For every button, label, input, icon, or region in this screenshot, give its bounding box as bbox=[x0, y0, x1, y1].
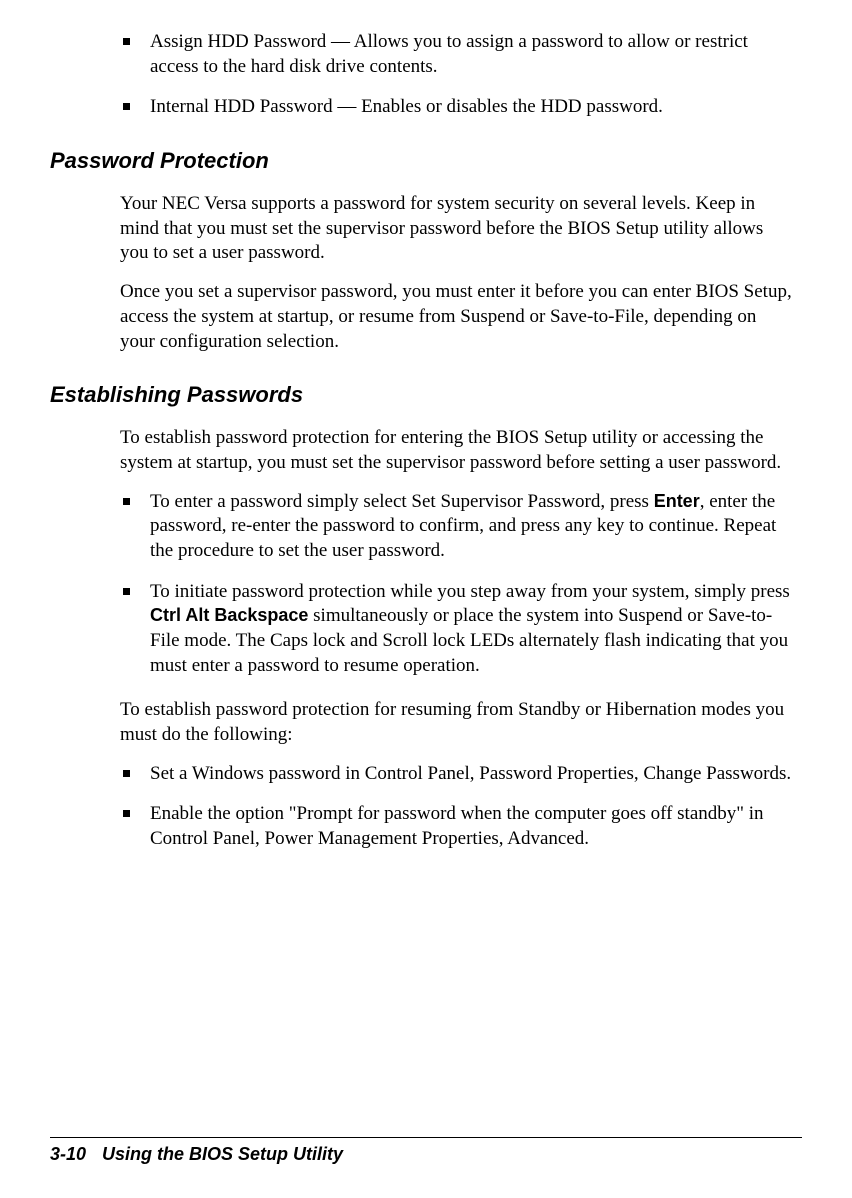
body-paragraph: To establish password protection for ent… bbox=[120, 426, 792, 475]
heading-establishing-passwords: Establishing Passwords bbox=[50, 382, 792, 408]
list-item: Enable the option "Prompt for password w… bbox=[150, 802, 792, 851]
list-item: To enter a password simply select Set Su… bbox=[150, 490, 792, 564]
top-bullet-list: Assign HDD Password — Allows you to assi… bbox=[120, 30, 792, 120]
body-paragraph: Once you set a supervisor password, you … bbox=[120, 280, 792, 354]
list-item: Internal HDD Password — Enables or disab… bbox=[150, 95, 792, 120]
bullet-list: To enter a password simply select Set Su… bbox=[120, 490, 792, 679]
page-content: Assign HDD Password — Allows you to assi… bbox=[50, 30, 802, 852]
page-footer: 3-10 Using the BIOS Setup Utility bbox=[50, 1137, 802, 1166]
list-item-text: To initiate password protection while yo… bbox=[150, 581, 790, 602]
key-label: Enter bbox=[654, 491, 700, 511]
key-label: Ctrl Alt Backspace bbox=[150, 605, 308, 625]
body-paragraph: To establish password protection for res… bbox=[120, 698, 792, 747]
list-item: Set a Windows password in Control Panel,… bbox=[150, 762, 792, 787]
bullet-list: Set a Windows password in Control Panel,… bbox=[120, 762, 792, 852]
list-item-text: To enter a password simply select Set Su… bbox=[150, 491, 654, 512]
list-item: To initiate password protection while yo… bbox=[150, 580, 792, 679]
footer-title: Using the BIOS Setup Utility bbox=[102, 1144, 343, 1164]
list-item: Assign HDD Password — Allows you to assi… bbox=[150, 30, 792, 79]
page-number: 3-10 bbox=[50, 1144, 86, 1164]
body-paragraph: Your NEC Versa supports a password for s… bbox=[120, 192, 792, 266]
heading-password-protection: Password Protection bbox=[50, 148, 792, 174]
